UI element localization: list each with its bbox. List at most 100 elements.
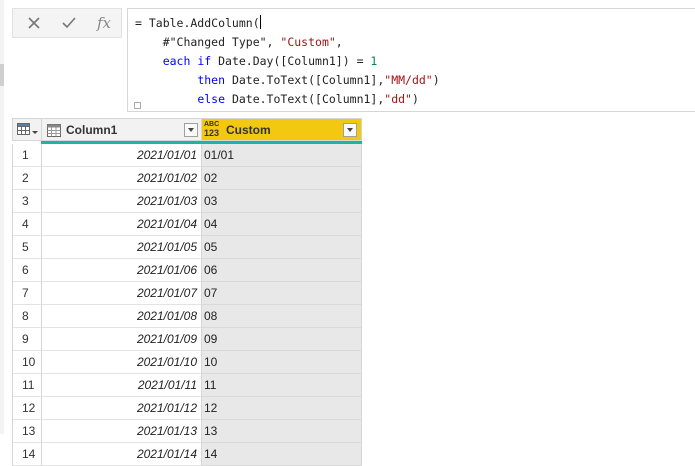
formula-token: then xyxy=(197,73,226,87)
row-number[interactable]: 12 xyxy=(12,397,41,420)
column1-cell[interactable]: 2021/01/06 xyxy=(41,259,201,282)
column1-cell[interactable]: 2021/01/04 xyxy=(41,213,201,236)
formula-token xyxy=(135,92,197,106)
table-menu-icon xyxy=(17,123,38,135)
row-number[interactable]: 1 xyxy=(12,144,41,167)
custom-cell[interactable]: 07 xyxy=(201,282,362,305)
table-row: 7 2021/01/07 07 xyxy=(12,282,362,305)
custom-cell[interactable]: 02 xyxy=(201,167,362,190)
formula-bar-buttons: fx xyxy=(12,8,122,38)
table-row: 10 2021/01/10 10 xyxy=(12,351,362,374)
row-number[interactable]: 10 xyxy=(12,351,41,374)
table-row: 6 2021/01/06 06 xyxy=(12,259,362,282)
row-number[interactable]: 5 xyxy=(12,236,41,259)
formula-line: then Date.ToText([Column1],"MM/dd") xyxy=(135,71,440,90)
column1-cell[interactable]: 2021/01/11 xyxy=(41,374,201,397)
formula-token: 1 xyxy=(370,54,378,68)
commit-formula-button[interactable] xyxy=(52,9,86,37)
check-icon xyxy=(62,17,76,29)
formula-token xyxy=(135,73,197,87)
custom-cell[interactable]: 09 xyxy=(201,328,362,351)
table-row: 11 2021/01/11 11 xyxy=(12,374,362,397)
table-row: 5 2021/01/05 05 xyxy=(12,236,362,259)
custom-cell[interactable]: 10 xyxy=(201,351,362,374)
custom-cell[interactable]: 05 xyxy=(201,236,362,259)
table-row: 9 2021/01/09 09 xyxy=(12,328,362,351)
formula-token: "MM/dd" xyxy=(384,73,433,87)
custom-cell[interactable]: 11 xyxy=(201,374,362,397)
table-menu-button[interactable] xyxy=(12,118,41,141)
any-type-icon[interactable]: ABC 123 xyxy=(204,121,226,138)
formula-token: each if xyxy=(162,54,212,68)
custom-cell[interactable]: 03 xyxy=(201,190,362,213)
formula-token: #"Changed Type", xyxy=(135,35,281,49)
formula-line: else Date.ToText([Column1],"dd") xyxy=(135,90,419,109)
row-number[interactable]: 11 xyxy=(12,374,41,397)
formula-token: Date.ToText([Column1], xyxy=(225,73,385,87)
fx-icon: fx xyxy=(96,14,111,32)
row-number[interactable]: 14 xyxy=(12,443,41,466)
column1-cell[interactable]: 2021/01/03 xyxy=(41,190,201,213)
formula-token: ) xyxy=(432,73,440,87)
table-row: 3 2021/01/03 03 xyxy=(12,190,362,213)
table-row: 1 2021/01/01 01/01 xyxy=(12,144,362,167)
custom-cell[interactable]: 13 xyxy=(201,420,362,443)
column1-cell[interactable]: 2021/01/05 xyxy=(41,236,201,259)
table-row: 2 2021/01/02 02 xyxy=(12,167,362,190)
row-number[interactable]: 9 xyxy=(12,328,41,351)
column1-filter-dropdown[interactable] xyxy=(184,123,198,137)
table-row: 12 2021/01/12 12 xyxy=(12,397,362,420)
formula-token: else xyxy=(197,92,226,106)
column1-cell[interactable]: 2021/01/07 xyxy=(41,282,201,305)
formula-line: = Table.AddColumn( xyxy=(135,14,261,33)
formula-line: #"Changed Type", "Custom", xyxy=(135,33,343,52)
calendar-type-icon[interactable] xyxy=(47,124,61,137)
row-number[interactable]: 7 xyxy=(12,282,41,305)
column1-cell[interactable]: 2021/01/01 xyxy=(41,144,201,167)
column1-cell[interactable]: 2021/01/10 xyxy=(41,351,201,374)
row-number[interactable]: 8 xyxy=(12,305,41,328)
formula-token: Date.ToText([Column1], xyxy=(225,92,385,106)
custom-cell[interactable]: 01/01 xyxy=(201,144,362,167)
column1-cell[interactable]: 2021/01/13 xyxy=(41,420,201,443)
formula-token xyxy=(135,54,163,68)
row-number[interactable]: 2 xyxy=(12,167,41,190)
row-number[interactable]: 13 xyxy=(12,420,41,443)
row-number[interactable]: 3 xyxy=(12,190,41,213)
table-row: 13 2021/01/13 13 xyxy=(12,420,362,443)
formula-token: Date.Day([Column1]) = xyxy=(211,54,371,68)
custom-cell[interactable]: 12 xyxy=(201,397,362,420)
row-number[interactable]: 6 xyxy=(12,259,41,282)
formula-token: "dd" xyxy=(384,92,412,106)
table-row: 14 2021/01/14 14 xyxy=(12,443,362,466)
custom-cell[interactable]: 14 xyxy=(201,443,362,466)
formula-token: = Table.AddColumn( xyxy=(135,16,260,30)
custom-cell[interactable]: 06 xyxy=(201,259,362,282)
cancel-formula-button[interactable] xyxy=(17,9,51,37)
row-number[interactable]: 4 xyxy=(12,213,41,236)
column-header-custom[interactable]: ABC 123 Custom xyxy=(201,118,362,141)
column1-cell[interactable]: 2021/01/02 xyxy=(41,167,201,190)
column1-cell[interactable]: 2021/01/09 xyxy=(41,328,201,351)
formula-token: "Custom" xyxy=(280,35,336,49)
type-icon-bottom-text: 123 xyxy=(204,128,220,138)
left-edge-strip xyxy=(0,0,4,434)
insert-function-button[interactable]: fx xyxy=(87,9,121,37)
column1-cell[interactable]: 2021/01/12 xyxy=(41,397,201,420)
custom-filter-dropdown[interactable] xyxy=(343,123,357,137)
column1-cell[interactable]: 2021/01/08 xyxy=(41,305,201,328)
table-row: 4 2021/01/04 04 xyxy=(12,213,362,236)
column1-cell[interactable]: 2021/01/14 xyxy=(41,443,201,466)
column-header-column1[interactable]: Column1 xyxy=(41,118,201,141)
x-icon xyxy=(28,17,40,29)
formula-editor[interactable]: = Table.AddColumn( #"Changed Type", "Cus… xyxy=(127,8,695,112)
custom-cell[interactable]: 04 xyxy=(201,213,362,236)
table-row: 8 2021/01/08 08 xyxy=(12,305,362,328)
formula-line: each if Date.Day([Column1]) = 1 xyxy=(135,52,378,71)
text-caret xyxy=(259,15,261,29)
custom-header-label: Custom xyxy=(226,123,271,137)
formula-token: , xyxy=(335,35,343,49)
custom-cell[interactable]: 08 xyxy=(201,305,362,328)
formula-token: ) xyxy=(411,92,419,106)
left-edge-marker xyxy=(0,64,4,86)
